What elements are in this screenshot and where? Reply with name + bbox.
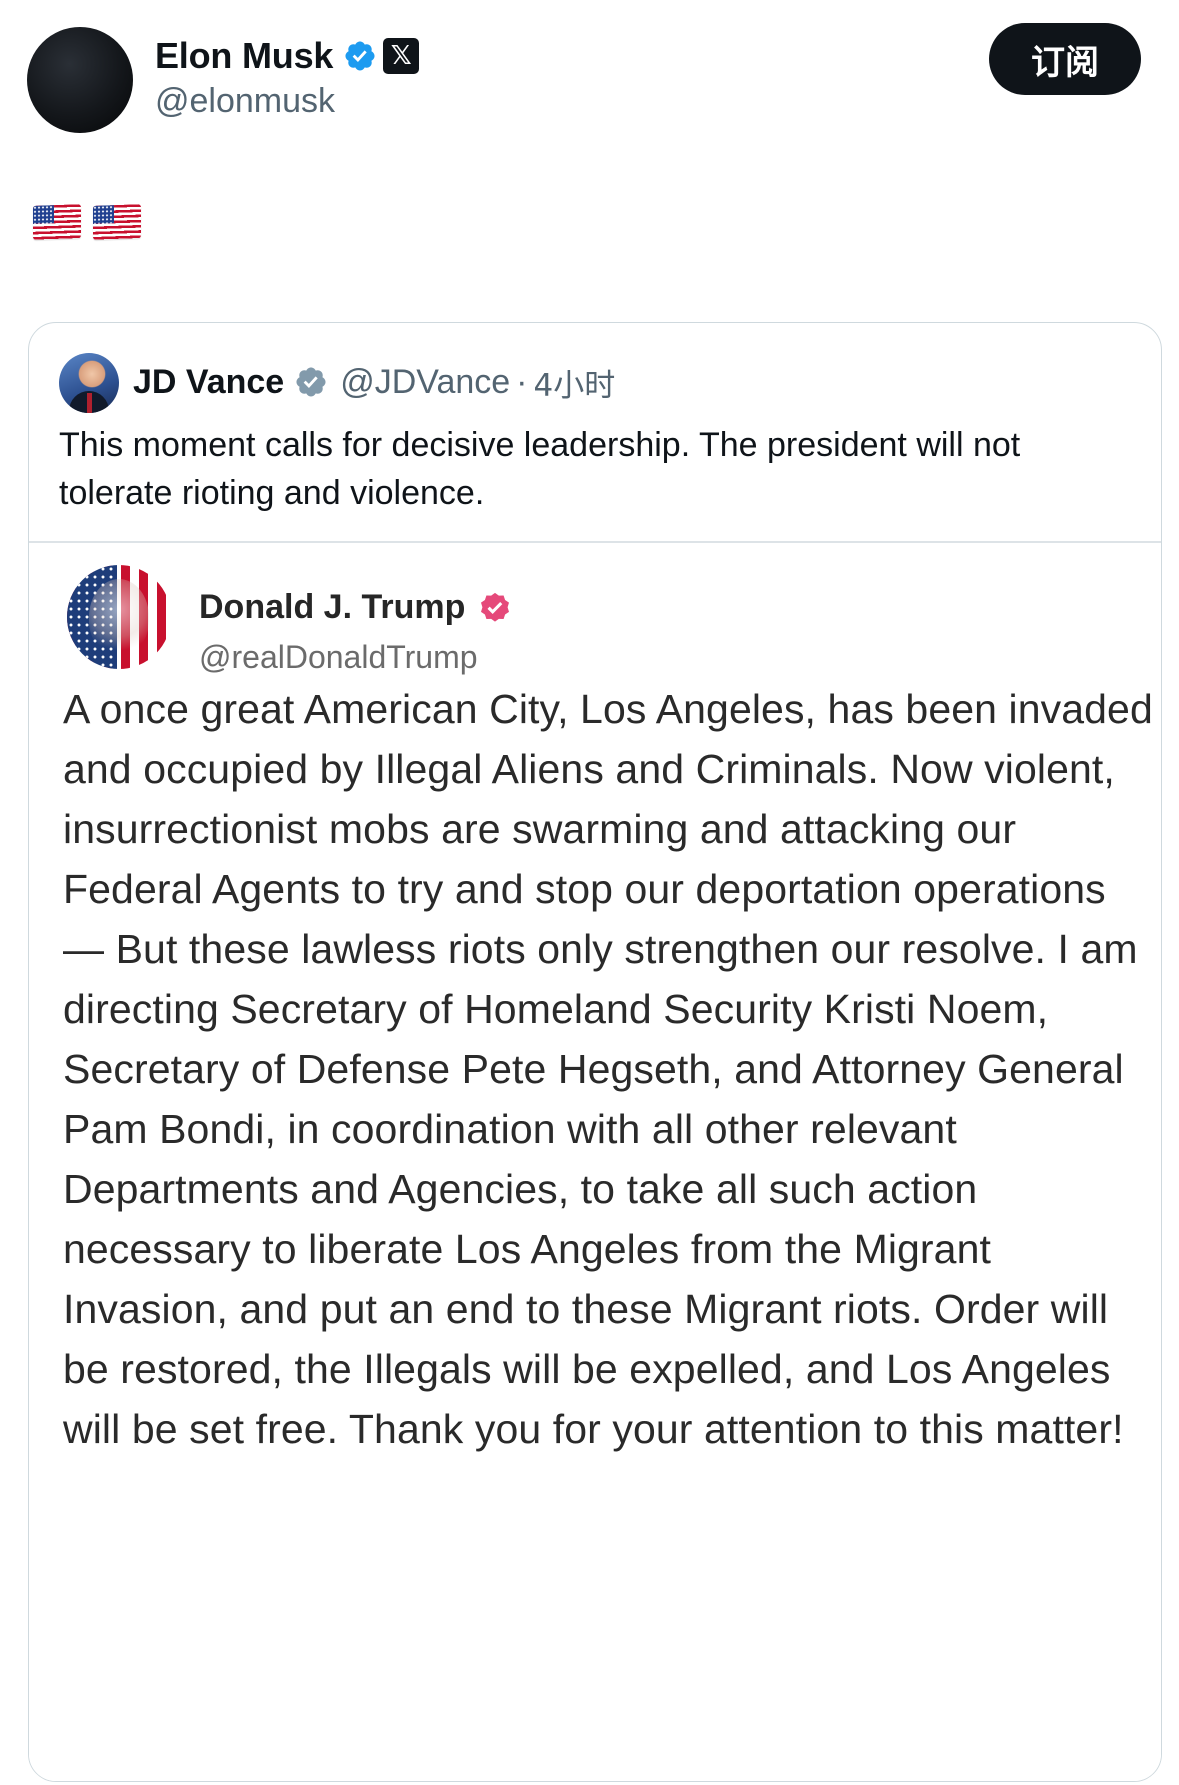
author-handle[interactable]: @elonmusk [155, 82, 335, 121]
quoted-timestamp[interactable]: 4小时 [534, 360, 616, 405]
author-name-row: Elon Musk 𝕏 [155, 33, 420, 79]
us-flag-icon [93, 204, 141, 240]
subscribe-button[interactable]: 订阅 [989, 23, 1141, 95]
quoted-post-text: This moment calls for decisive leadershi… [59, 426, 1021, 512]
dot-separator: · [516, 362, 528, 401]
embedded-display-name: Donald J. Trump [199, 587, 466, 626]
post-text-emoji [33, 204, 141, 240]
gray-verified-badge-icon[interactable] [294, 365, 328, 399]
author-display-name[interactable]: Elon Musk [155, 35, 333, 77]
pink-verified-badge-icon [475, 587, 515, 627]
embedded-name-row: Donald J. Trump [199, 587, 515, 627]
quoted-handle[interactable]: @JDVance [340, 363, 510, 402]
embedded-handle: @realDonaldTrump [199, 639, 478, 675]
quoted-post-card[interactable]: JD Vance @JDVance · 4小时 This moment call… [28, 322, 1162, 1782]
post-header: Elon Musk 𝕏 @elonmusk 订阅 [0, 0, 1179, 150]
x-logo-icon: 𝕏 [383, 38, 420, 74]
quoted-post-header: JD Vance @JDVance · 4小时 [133, 359, 615, 405]
embedded-post-body: A once great American City, Los Angeles,… [63, 686, 1153, 1452]
embedded-media-image[interactable]: Donald J. Trump @realDonaldTrump A once … [29, 543, 1161, 1781]
embedded-avatar [67, 565, 171, 669]
quoted-display-name[interactable]: JD Vance [133, 363, 284, 402]
us-flag-icon [33, 204, 81, 240]
avatar[interactable] [27, 27, 133, 133]
verified-badge-icon[interactable] [343, 39, 377, 73]
quoted-avatar[interactable] [59, 353, 119, 413]
